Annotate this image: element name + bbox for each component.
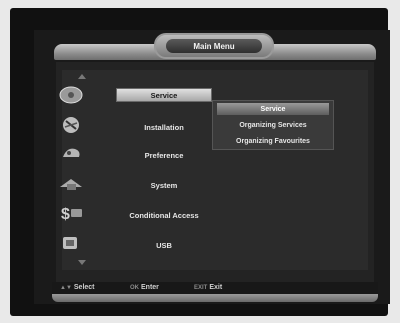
menu-item-service[interactable]: Service <box>116 88 212 102</box>
menu-item-conditional-access[interactable]: Conditional Access <box>116 208 212 222</box>
svg-text:$: $ <box>61 206 70 223</box>
tv-frame: Main Menu $ Service Installation Prefere… <box>10 8 390 316</box>
scroll-down-icon[interactable] <box>78 260 86 265</box>
hint-exit: EXIT Exit <box>194 284 222 291</box>
footer-strip <box>52 294 378 302</box>
scroll-up-icon[interactable] <box>78 74 86 79</box>
preference-icon <box>56 142 86 164</box>
menu-item-installation[interactable]: Installation <box>116 120 212 134</box>
system-icon <box>56 172 86 194</box>
dish-icon <box>56 84 86 106</box>
menu-panel <box>56 62 374 282</box>
ok-key-icon: OK <box>130 284 139 291</box>
hint-enter-label: Enter <box>141 284 159 291</box>
hint-select-label: Select <box>73 284 95 291</box>
usb-icon <box>56 232 86 254</box>
hint-enter: OK Enter <box>130 284 159 291</box>
card-icon: $ <box>56 202 86 224</box>
menu-item-preference[interactable]: Preference <box>116 148 212 162</box>
installation-icon <box>56 114 86 136</box>
submenu-item-organizing-services[interactable]: Organizing Services <box>217 119 329 131</box>
submenu-item-organizing-favourites[interactable]: Organizing Favourites <box>217 135 329 147</box>
tv-screen: Main Menu $ Service Installation Prefere… <box>34 30 390 304</box>
hint-select: ▲▼ Select <box>60 284 95 291</box>
submenu: Service Organizing Services Organizing F… <box>212 100 334 150</box>
select-key-icon: ▲▼ <box>60 284 72 291</box>
title-pill: Main Menu <box>154 33 274 59</box>
menu-item-system[interactable]: System <box>116 178 212 192</box>
hint-exit-label: Exit <box>209 284 223 291</box>
exit-key-icon: EXIT <box>194 284 208 291</box>
menu-title: Main Menu <box>166 39 262 53</box>
menu-item-usb[interactable]: USB <box>116 238 212 252</box>
submenu-item-service[interactable]: Service <box>217 103 329 115</box>
